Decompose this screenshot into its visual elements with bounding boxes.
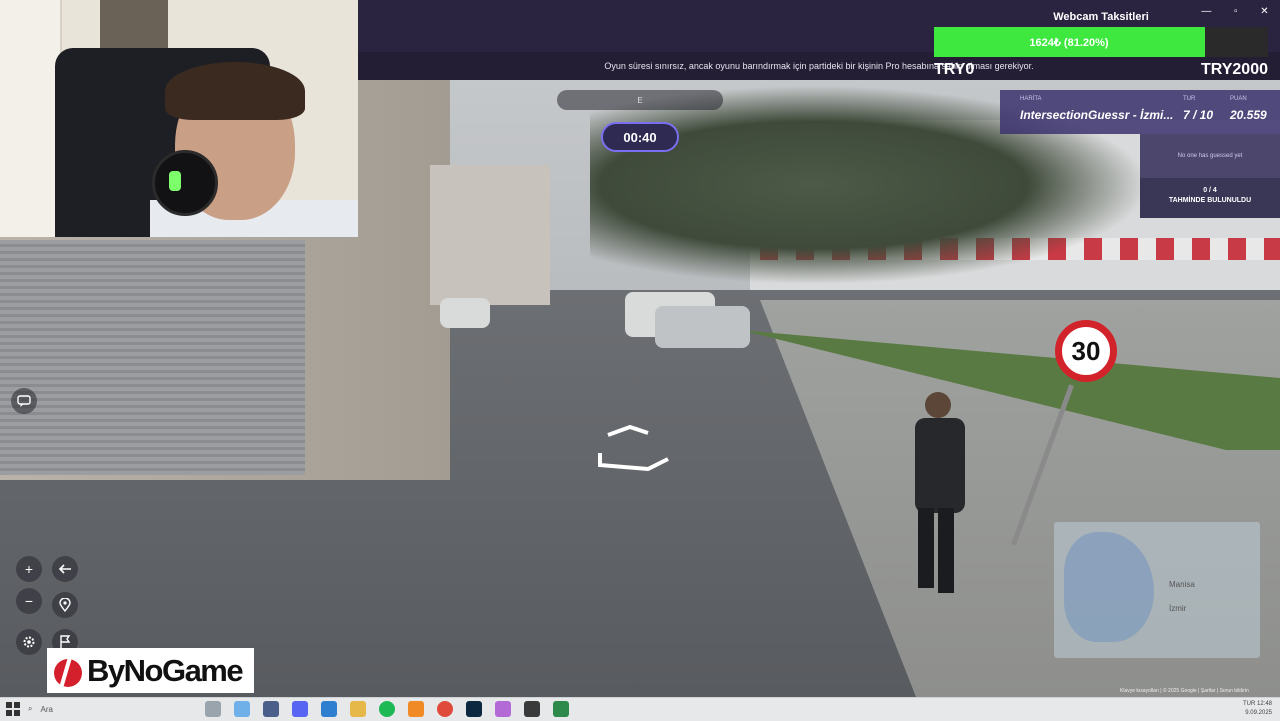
map-name: IntersectionGuessr - İzmi... xyxy=(1020,108,1174,122)
round-value: 7 / 10 xyxy=(1183,108,1214,122)
tray-time: 12:48 xyxy=(1256,701,1272,707)
minimap-sea xyxy=(1064,532,1154,642)
webcam-feed xyxy=(0,0,358,237)
headphones-icon xyxy=(152,150,218,216)
compass[interactable]: E xyxy=(557,90,723,110)
compass-direction: E xyxy=(637,95,643,105)
app-icon[interactable] xyxy=(263,701,279,717)
guess-count: 0 / 4 xyxy=(1203,187,1217,194)
app-icon[interactable] xyxy=(321,701,337,717)
guess-count-panel: 0 / 4 TAHMİNDE BULUNULDU xyxy=(1140,178,1280,218)
score-value: 20.559 xyxy=(1230,108,1267,122)
discord-icon[interactable] xyxy=(292,701,308,717)
file-explorer-icon[interactable] xyxy=(350,701,366,717)
shop-shutter xyxy=(0,240,305,475)
round-label: TUR xyxy=(1183,96,1196,102)
round-timer: 00:40 xyxy=(601,122,679,152)
tray-date: 9.09.2025 xyxy=(1245,710,1272,716)
guess-status: No one has guessed yet xyxy=(1140,134,1280,178)
search-icon: ⌕ xyxy=(28,704,33,713)
score-label: PUAN xyxy=(1230,96,1247,102)
map-attribution[interactable]: Klavye kısayolları | © 2025 Google | Şar… xyxy=(1120,688,1249,694)
location-pin-icon[interactable] xyxy=(52,592,78,618)
guess-minimap[interactable]: Manisa İzmir xyxy=(1054,522,1260,658)
app-icon[interactable] xyxy=(408,701,424,717)
app-icon[interactable] xyxy=(553,701,569,717)
webcam-door xyxy=(0,0,62,237)
system-tray[interactable]: TUR 12:48 9.09.2025 xyxy=(1243,700,1272,718)
donation-max-label: TRY2000 xyxy=(1201,61,1268,78)
parked-car xyxy=(655,306,750,348)
webcam-streamer-hair xyxy=(165,62,305,120)
donation-goal-title: Webcam Taksitleri xyxy=(1053,11,1149,23)
chat-icon[interactable] xyxy=(11,388,37,414)
app-icon[interactable] xyxy=(524,701,540,717)
bynogame-logo-mark xyxy=(54,652,82,689)
guess-count-label: TAHMİNDE BULUNULDU xyxy=(1168,197,1252,204)
copilot-icon[interactable] xyxy=(234,701,250,717)
game-info-panel: HARİTA IntersectionGuessr - İzmi... TUR … xyxy=(1000,90,1280,134)
map-label: HARİTA xyxy=(1020,96,1042,102)
windows-taskbar: ⌕ Ara TUR 12:48 9.09.2025 xyxy=(0,697,1280,721)
app-icon[interactable] xyxy=(495,701,511,717)
bynogame-logo-text: ByNoGame xyxy=(87,652,244,688)
donation-goal-widget: Webcam Taksitleri 1624₺ (81.20%) TRY0 TR… xyxy=(934,0,1268,82)
building-distant xyxy=(430,165,550,305)
webcam-wall-frame xyxy=(100,0,168,48)
pedestrian xyxy=(915,392,965,593)
gear-icon[interactable] xyxy=(16,629,42,655)
zoom-out-button[interactable]: − xyxy=(16,588,42,614)
taskbar-search-placeholder: Ara xyxy=(40,704,53,714)
undo-arrow-icon[interactable] xyxy=(52,556,78,582)
minimap-city-manisa: Manisa xyxy=(1169,580,1195,589)
bynogame-logo: ByNoGame xyxy=(47,648,254,693)
speed-limit-sign: 30 xyxy=(1055,320,1117,382)
minimap-city-izmir: İzmir xyxy=(1169,604,1187,613)
zoom-in-button[interactable]: + xyxy=(16,556,42,582)
spotify-icon[interactable] xyxy=(379,701,395,717)
photoshop-icon[interactable] xyxy=(466,701,482,717)
task-view-icon[interactable] xyxy=(205,701,221,717)
taskbar-search[interactable]: ⌕ Ara xyxy=(28,700,198,718)
parked-car xyxy=(440,298,490,328)
taskbar-apps xyxy=(205,701,569,717)
tray-language: TUR xyxy=(1242,701,1256,707)
donation-min-label: TRY0 xyxy=(934,61,975,78)
windows-start-icon[interactable] xyxy=(6,702,20,716)
chrome-icon[interactable] xyxy=(437,701,453,717)
donation-progress-bar: 1624₺ (81.20%) xyxy=(934,27,1268,57)
donation-progress-text: 1624₺ (81.20%) xyxy=(1029,36,1109,49)
street-nav-arrow[interactable] xyxy=(598,425,670,471)
